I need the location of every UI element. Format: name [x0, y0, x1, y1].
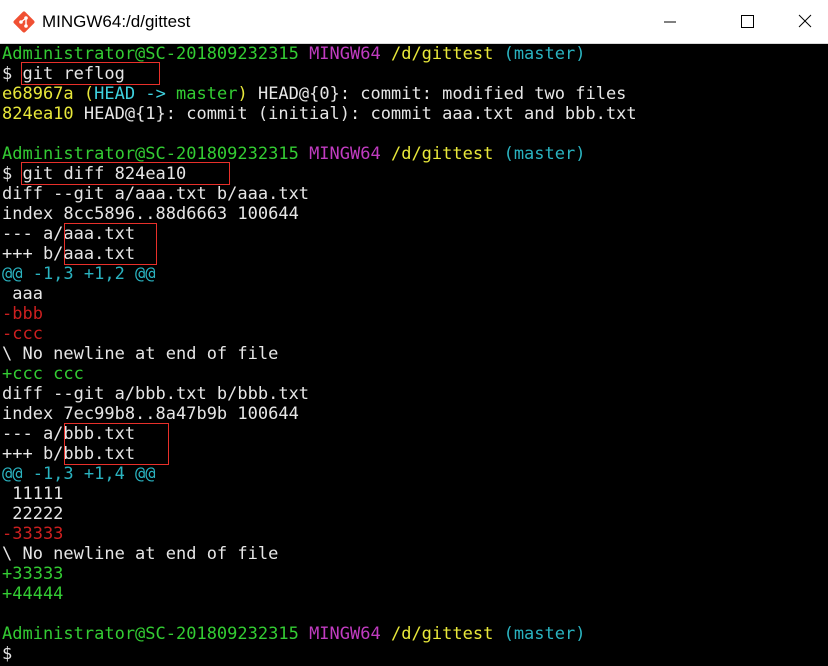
diff-no-newline-note: \ No newline at end of file	[2, 344, 279, 364]
prompt-user: Administrator@SC-201809232315	[2, 144, 299, 164]
prompt-branch: (master)	[503, 44, 586, 64]
diff-minus-prefix: --- a/	[2, 224, 64, 244]
ref-paren-open: (	[83, 84, 95, 104]
diff-minus-filename: aaa.txt	[63, 224, 136, 244]
command-line-reflog: $ git reflog	[2, 62, 828, 85]
diff-removed-line: -ccc	[2, 324, 43, 344]
diff-plus-filename: bbb.txt	[63, 444, 136, 464]
prompt-branch: (master)	[503, 624, 586, 644]
diff-context-line: aaa	[2, 284, 43, 304]
diff-index: index 7ec99b8..8a47b9b 100644	[2, 404, 299, 424]
diff-context-line: 11111	[2, 484, 64, 504]
diff-added-line: +ccc ccc	[2, 364, 84, 384]
terminal-window: MINGW64:/d/gittest Administrator@SC-2018…	[0, 0, 828, 666]
diff-plus-filename: aaa.txt	[63, 244, 136, 264]
prompt-branch: (master)	[503, 144, 586, 164]
prompt-shell: MINGW64	[309, 624, 381, 644]
close-button[interactable]	[782, 0, 828, 43]
diff-index: index 8cc5896..88d6663 100644	[2, 204, 299, 224]
prompt-user: Administrator@SC-201809232315	[2, 44, 299, 64]
diff-header: diff --git a/aaa.txt b/aaa.txt	[2, 184, 310, 204]
prompt-shell: MINGW64	[309, 44, 381, 64]
maximize-icon	[741, 15, 754, 28]
diff-no-newline-note: \ No newline at end of file	[2, 544, 279, 564]
minimize-button[interactable]	[646, 0, 692, 43]
maximize-button[interactable]	[724, 0, 770, 43]
command-input-line[interactable]: $	[2, 644, 828, 664]
diff-hunk-header: @@ -1,3 +1,2 @@	[2, 264, 156, 284]
prompt-symbol: $	[2, 644, 13, 664]
prompt-path: /d/gittest	[390, 44, 494, 64]
diff-added-line: +33333	[2, 564, 64, 584]
command-diff: git diff 824ea10	[22, 164, 187, 184]
diff-context-line: 22222	[2, 504, 64, 524]
prompt-shell: MINGW64	[309, 144, 381, 164]
prompt-user: Administrator@SC-201809232315	[2, 624, 299, 644]
diff-removed-line: -bbb	[2, 304, 43, 324]
commit-hash: 824ea10	[2, 104, 74, 124]
prompt-line: Administrator@SC-201809232315 MINGW64 /d…	[2, 44, 828, 64]
reflog-message: HEAD@{0}: commit: modified two files	[247, 84, 627, 104]
diff-removed-line: -33333	[2, 524, 64, 544]
diff-minus-filename: bbb.txt	[63, 424, 136, 444]
prompt-line: Administrator@SC-201809232315 MINGW64 /d…	[2, 144, 828, 164]
minimize-icon	[664, 21, 676, 23]
prompt-symbol: $	[2, 64, 13, 84]
commit-hash: e68967a	[2, 84, 74, 104]
head-ref: HEAD ->	[94, 84, 166, 104]
prompt-path: /d/gittest	[390, 624, 494, 644]
diff-minus-prefix: --- a/	[2, 424, 64, 444]
reflog-entry: e68967a (HEAD -> master) HEAD@{0}: commi…	[2, 84, 828, 104]
diff-plus-file: +++ b/aaa.txt	[2, 244, 828, 264]
git-bash-icon	[13, 11, 35, 33]
close-icon	[798, 14, 812, 28]
reflog-message: HEAD@{1}: commit (initial): commit aaa.t…	[73, 104, 637, 124]
branch-ref: master	[165, 84, 238, 104]
reflog-entry: 824ea10 HEAD@{1}: commit (initial): comm…	[2, 104, 828, 124]
diff-minus-file: --- a/aaa.txt	[2, 223, 828, 265]
diff-added-line: +44444	[2, 584, 64, 604]
window-title: MINGW64:/d/gittest	[42, 12, 191, 31]
title-bar[interactable]: MINGW64:/d/gittest	[0, 0, 828, 44]
ref-paren-close: )	[237, 84, 248, 104]
diff-plus-prefix: +++ b/	[2, 444, 64, 464]
command-reflog: git reflog	[22, 64, 125, 84]
diff-hunk-header: @@ -1,3 +1,4 @@	[2, 464, 156, 484]
diff-plus-file: +++ b/bbb.txt	[2, 444, 828, 464]
command-line-diff: $ git diff 824ea10	[2, 162, 828, 185]
prompt-line: Administrator@SC-201809232315 MINGW64 /d…	[2, 624, 828, 644]
diff-header: diff --git a/bbb.txt b/bbb.txt	[2, 384, 310, 404]
terminal-output[interactable]: Administrator@SC-201809232315 MINGW64 /d…	[0, 44, 828, 666]
prompt-path: /d/gittest	[390, 144, 494, 164]
prompt-symbol: $	[2, 164, 13, 184]
diff-plus-prefix: +++ b/	[2, 244, 64, 264]
diff-minus-file: --- a/bbb.txt	[2, 423, 828, 465]
